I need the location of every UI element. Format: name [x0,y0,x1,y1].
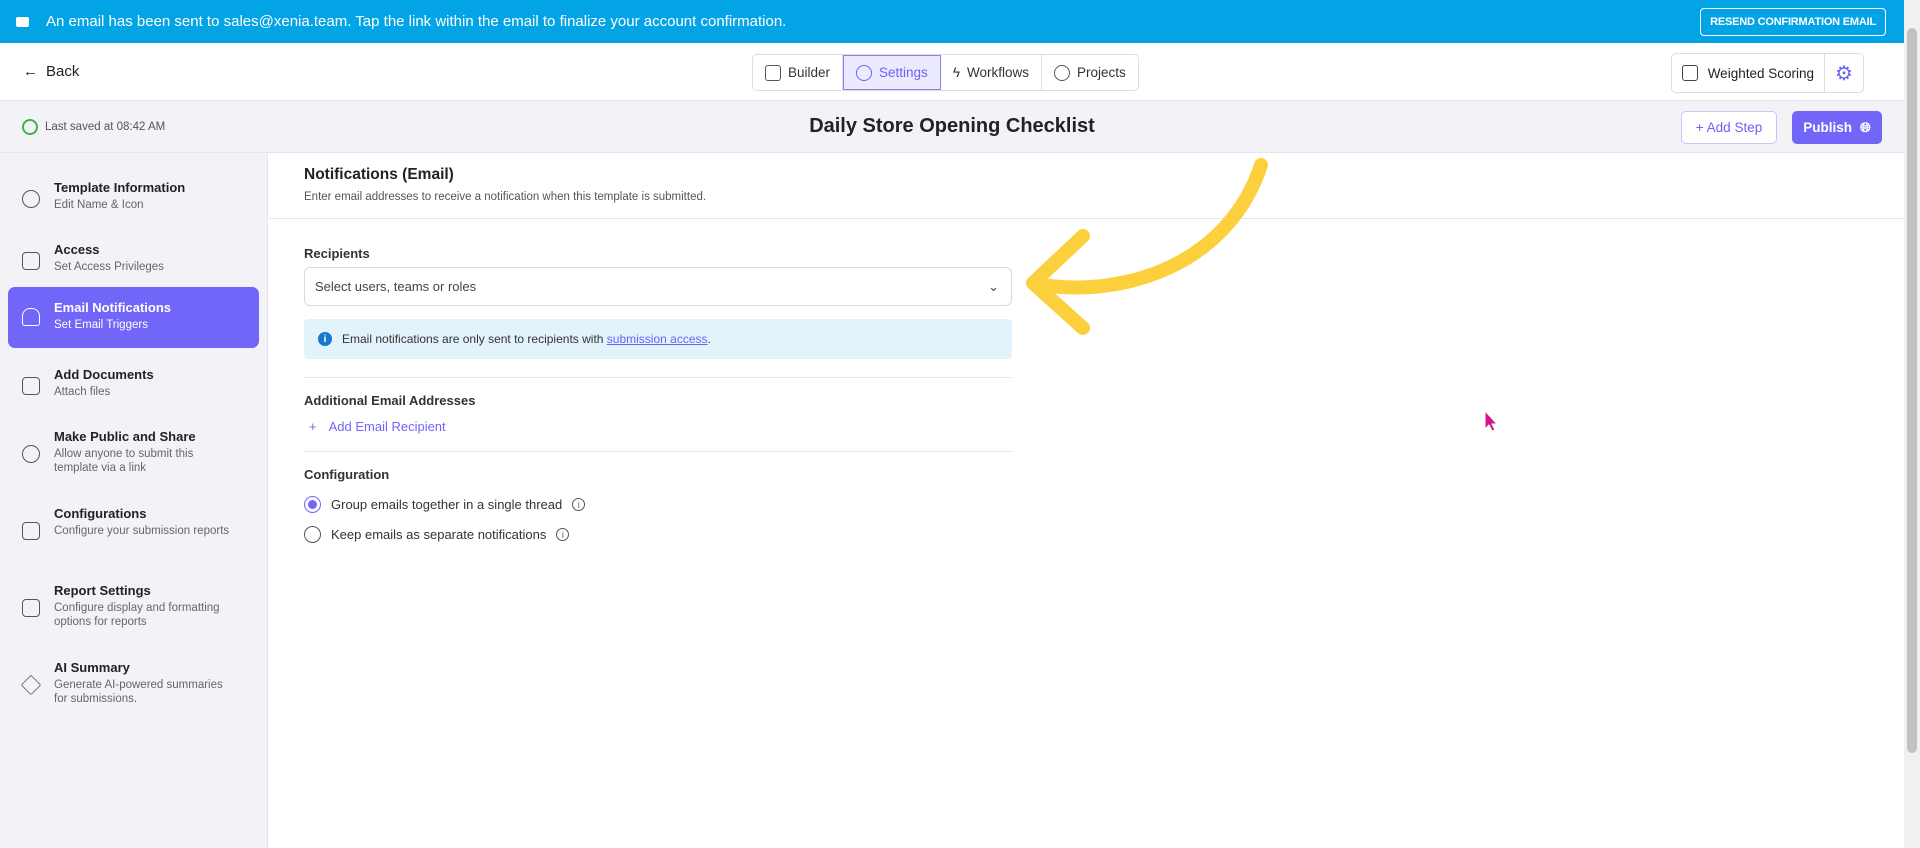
sidebar-item-title: Access [54,242,100,257]
info-end: . [707,332,711,346]
sidebar-item-desc: Configure your submission reports [54,525,230,537]
sidebar-item-title: Template Information [54,180,186,195]
divider [269,218,1904,219]
resend-confirmation-button[interactable]: RESEND CONFIRMATION EMAIL [1700,8,1886,36]
tab-label: Settings [879,65,928,80]
info-icon: i [318,332,332,346]
plus-icon: + [309,419,317,434]
document-lock-icon [22,252,40,270]
bell-icon [22,308,40,326]
tab-settings[interactable]: Settings [843,55,941,90]
back-label: Back [46,63,80,80]
lightning-icon: ϟ [952,65,960,80]
add-email-recipient-button[interactable]: + Add Email Recipient [309,419,446,434]
info-message: Email notifications are only sent to rec… [342,332,607,346]
sidebar-item-desc: Configure display and formatting options… [54,602,220,628]
sidebar-item-ai-summary[interactable]: AI Summary Generate AI-powered summaries … [8,652,259,714]
add-recipient-label: Add Email Recipient [328,419,446,434]
info-text: Email notifications are only sent to rec… [342,332,711,346]
sidebar-item-title: Email Notifications [54,300,172,315]
sidebar-item-access[interactable]: Access Set Access Privileges [8,234,259,282]
add-step-button[interactable]: + Add Step [1681,111,1777,144]
weighted-scoring-label: Weighted Scoring [1707,65,1814,81]
tab-label: Projects [1076,65,1126,80]
info-alert: i Email notifications are only sent to re… [304,319,1012,359]
submission-access-link[interactable]: submission access [607,332,708,346]
radio-label: Keep emails as separate notifications [331,527,547,542]
gear-icon [22,190,40,208]
section-heading: Notifications (Email) [304,166,454,183]
weighted-scoring-toggle[interactable]: Weighted Scoring [1672,54,1825,92]
sidebar-item-desc: Attach files [54,386,111,398]
sidebar-item-title: Configurations [54,506,147,521]
email-notifications-panel: Notifications (Email) Enter email addres… [269,153,1904,848]
sidebar-item-report-settings[interactable]: Report Settings Configure display and for… [8,575,259,637]
clock-icon [1053,64,1070,81]
info-icon[interactable]: i [556,528,570,541]
tab-projects[interactable]: Projects [1042,55,1138,90]
sidebar-item-desc: Generate AI-powered summaries for submis… [54,679,223,705]
presentation-chart-icon [22,599,40,617]
page-title: Daily Store Opening Checklist [809,115,1095,137]
mail-icon [16,16,29,27]
sidebar-item-desc: Set Email Triggers [54,319,148,331]
weighted-scoring-control: Weighted Scoring ⚙ [1670,53,1864,93]
tab-workflows[interactable]: ϟ Workflows [941,55,1042,90]
recipients-label: Recipients [304,246,370,261]
banner-message: An email has been sent to sales@xenia.te… [46,13,787,30]
radio-separate-emails[interactable]: Keep emails as separate notifications i [304,526,570,543]
sidebar-item-desc: Set Access Privileges [54,261,164,273]
tab-builder[interactable]: Builder [753,55,844,90]
sparkle-icon [20,674,42,696]
radio-button[interactable] [304,526,321,543]
checkbox[interactable] [1681,65,1698,81]
divider [304,451,1012,452]
sidebar-item-desc: Allow anyone to submit this template via… [54,448,194,474]
gear-icon [856,64,873,81]
configuration-label: Configuration [304,467,390,482]
scoring-settings-gear-icon[interactable]: ⚙ [1825,61,1863,86]
scrollbar[interactable] [1904,0,1920,848]
sidebar-item-title: Report Settings [54,583,151,598]
sidebar-item-make-public-and-share[interactable]: Make Public and Share Allow anyone to sub… [8,421,259,483]
divider [304,377,1012,378]
tab-label: Builder [788,65,831,80]
globe-icon: 🌐︎ [1859,119,1871,135]
scrollbar-thumb[interactable] [1907,28,1917,753]
additional-email-label: Additional Email Addresses [304,393,476,408]
recipients-placeholder: Select users, teams or roles [315,279,477,294]
sidebar-item-desc: Edit Name & Icon [54,199,144,211]
radio-group-emails[interactable]: Group emails together in a single thread… [304,496,586,513]
chevron-down-icon: ⌄ [988,278,999,294]
info-icon[interactable]: i [572,498,586,511]
publish-label: Publish [1803,120,1852,135]
sidebar-item-configurations[interactable]: Configurations Configure your submission … [8,498,259,548]
publish-button[interactable]: Publish 🌐︎ [1792,111,1882,144]
sidebar-item-title: AI Summary [54,660,130,675]
radio-button[interactable] [304,496,321,513]
sidebar-item-add-documents[interactable]: Add Documents Attach files [8,359,259,407]
recipients-select[interactable]: Select users, teams or roles ⌄ [304,267,1012,306]
pencil-icon [765,64,781,81]
confirmation-banner: An email has been sent to sales@xenia.te… [0,0,1904,43]
sidebar-item-title: Add Documents [54,367,154,382]
settings-sidebar: Template Information Edit Name & Icon Acc… [0,153,268,848]
tab-label: Workflows [966,65,1029,80]
subheader: Last saved at 08:42 AM Daily Store Openi… [0,101,1904,153]
top-header: ← Back Builder Settings ϟ Workflows Projec… [0,43,1904,101]
sidebar-item-template-information[interactable]: Template Information Edit Name & Icon [8,172,259,220]
back-button[interactable]: ← Back [23,63,79,80]
sidebar-item-title: Make Public and Share [54,429,196,444]
link-icon [22,445,40,463]
arrow-left-icon: ← [23,63,38,80]
section-description: Enter email addresses to receive a notif… [304,191,707,203]
presentation-chart-icon [22,522,40,540]
mode-tabs: Builder Settings ϟ Workflows Projects [752,54,1139,91]
radio-label: Group emails together in a single thread [331,497,563,512]
document-icon [22,377,40,395]
sidebar-item-email-notifications[interactable]: Email Notifications Set Email Triggers [8,287,259,348]
